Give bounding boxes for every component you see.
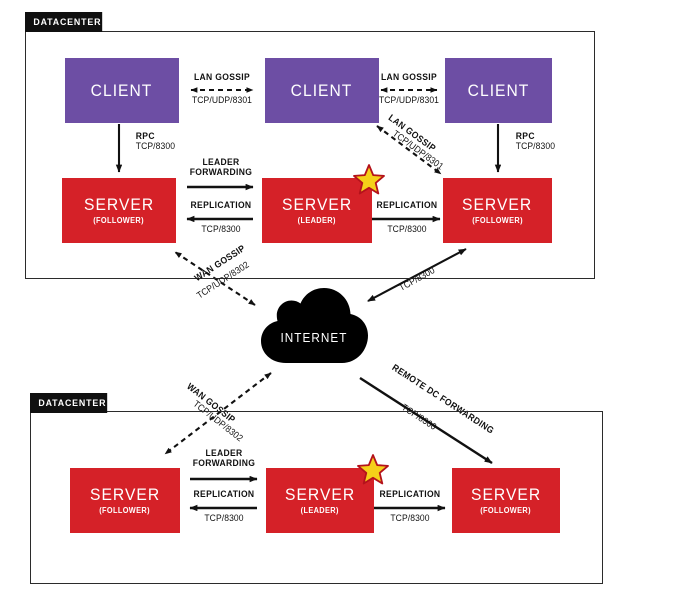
label-lan-gossip-c1-c2-port-text: TCP/UDP/8301 xyxy=(191,95,253,105)
label-replication-dc1-right-port-text: TCP/8300 xyxy=(387,224,427,234)
dc1-client-1-title: CLIENT xyxy=(91,81,153,100)
dc2-server-3-title: SERVER xyxy=(470,485,542,504)
datacenter-1-tab: DATACENTER 1 xyxy=(25,12,110,32)
label-replication-dc1-right-title: REPLICATION xyxy=(376,200,438,210)
label-replication-dc2-left-port-text: TCP/8300 xyxy=(204,513,244,523)
label-rpc-c1-s1: RPC TCP/8300 xyxy=(133,131,203,152)
label-lan-gossip-c2-c3-title: LAN GOSSIP xyxy=(381,72,437,82)
datacenter-1-label: DATACENTER 1 xyxy=(33,16,111,28)
label-leader-forwarding-dc1-line1: LEADER xyxy=(202,157,240,167)
label-replication-dc2-right-port: TCP/8300 xyxy=(365,513,455,523)
label-rpc-c1-s1-title: RPC xyxy=(135,131,155,141)
dc1-client-1[interactable]: CLIENT xyxy=(65,58,179,123)
label-leader-forwarding-dc2: LEADER FORWARDING xyxy=(179,448,269,469)
dc2-server-1[interactable]: SERVER (FOLLOWER) xyxy=(70,468,180,533)
label-replication-dc1-left-title: REPLICATION xyxy=(190,200,252,210)
dc1-client-3[interactable]: CLIENT xyxy=(445,58,552,123)
dc2-server-3[interactable]: SERVER (FOLLOWER) xyxy=(452,468,560,533)
label-lan-gossip-c1-c2-port: TCP/UDP/8301 xyxy=(172,95,272,105)
dc1-client-2-title: CLIENT xyxy=(291,81,353,100)
dc1-server-1-role: (FOLLOWER) xyxy=(93,216,145,225)
dc1-server-2-role: (LEADER) xyxy=(297,216,337,225)
label-rpc-c3-s3-title: RPC xyxy=(515,131,535,141)
label-replication-dc2-right-title: REPLICATION xyxy=(379,489,441,499)
dc1-server-3[interactable]: SERVER (FOLLOWER) xyxy=(443,178,552,243)
dc1-server-1-title: SERVER xyxy=(83,195,155,214)
dc2-server-2-role: (LEADER) xyxy=(300,506,340,515)
label-replication-dc1-right-port: TCP/8300 xyxy=(362,224,452,234)
datacenter-2-tab: DATACENTER 2 xyxy=(30,393,115,413)
dc1-server-2-title: SERVER xyxy=(281,195,353,214)
dc1-client-3-title: CLIENT xyxy=(467,81,530,100)
label-lan-gossip-c2-c3: LAN GOSSIP xyxy=(359,72,459,82)
dc2-server-2-title: SERVER xyxy=(284,485,356,504)
label-replication-dc1-left: REPLICATION xyxy=(176,200,266,210)
internet-label: INTERNET xyxy=(280,331,348,345)
label-rpc-c1-s1-port: TCP/8300 xyxy=(135,141,176,152)
dc1-server-1[interactable]: SERVER (FOLLOWER) xyxy=(62,178,176,243)
label-leader-forwarding-dc1: LEADER FORWARDING xyxy=(176,157,266,178)
internet-cloud: INTERNET xyxy=(255,287,373,367)
dc2-server-3-role: (FOLLOWER) xyxy=(480,506,532,515)
label-leader-forwarding-dc2-line2: FORWARDING xyxy=(192,458,256,469)
dc1-leader-star-icon xyxy=(353,164,385,195)
diagram-canvas: DATACENTER 1 CLIENT CLIENT CLIENT SERVER… xyxy=(0,0,693,595)
label-replication-dc1-right: REPLICATION xyxy=(362,200,452,210)
dc1-server-3-title: SERVER xyxy=(462,195,533,214)
label-replication-dc2-right: REPLICATION xyxy=(365,489,455,499)
label-lan-gossip-c2-c3-port: TCP/UDP/8301 xyxy=(359,95,459,105)
dc1-client-2[interactable]: CLIENT xyxy=(265,58,379,123)
label-rpc-c3-s3: RPC TCP/8300 xyxy=(513,131,583,152)
dc2-leader-star-icon xyxy=(357,454,389,485)
label-rpc-c3-s3-port: TCP/8300 xyxy=(515,141,556,152)
dc2-server-1-role: (FOLLOWER) xyxy=(99,506,151,515)
label-leader-forwarding-dc1-line2: FORWARDING xyxy=(189,167,253,178)
label-replication-dc2-left-title: REPLICATION xyxy=(193,489,255,499)
cloud-icon xyxy=(261,288,368,363)
datacenter-2-label: DATACENTER 2 xyxy=(38,397,116,409)
label-replication-dc2-left: REPLICATION xyxy=(179,489,269,499)
label-replication-dc2-right-port-text: TCP/8300 xyxy=(390,513,430,523)
label-replication-dc1-left-port-text: TCP/8300 xyxy=(201,224,241,234)
label-replication-dc1-left-port: TCP/8300 xyxy=(176,224,266,234)
label-replication-dc2-left-port: TCP/8300 xyxy=(179,513,269,523)
label-lan-gossip-c1-c2: LAN GOSSIP xyxy=(172,72,272,82)
dc2-server-1-title: SERVER xyxy=(89,485,161,504)
dc1-server-3-role: (FOLLOWER) xyxy=(472,216,523,225)
label-leader-forwarding-dc2-line1: LEADER xyxy=(205,448,243,458)
label-lan-gossip-c1-c2-title: LAN GOSSIP xyxy=(194,72,250,82)
